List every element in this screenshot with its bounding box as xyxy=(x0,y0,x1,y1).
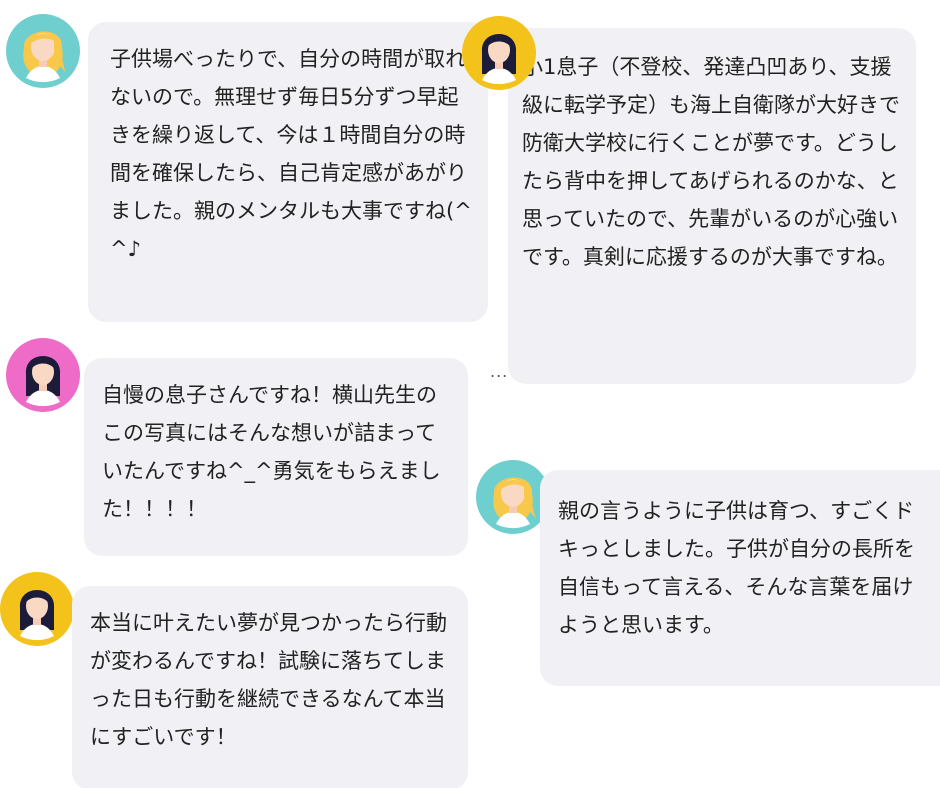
comment-author-line xyxy=(92,0,252,10)
comment-bubble: 子供場べったりで、自分の時間が取れないので。無理せず毎日5分ずつ早起きを繰り返し… xyxy=(88,22,488,322)
comment-author-line xyxy=(510,0,730,10)
comments-collage: 子供場べったりで、自分の時間が取れないので。無理せず毎日5分ずつ早起きを繰り返し… xyxy=(0,0,940,788)
comment-author-line xyxy=(548,448,728,458)
dark-haired-woman-avatar-icon[interactable] xyxy=(6,338,80,412)
dark-haired-woman-avatar-icon[interactable] xyxy=(0,572,74,646)
comment-bubble: 親の言うように子供は育つ、すごくドキっとしました。子供が自分の長所を自信もって言… xyxy=(540,470,940,686)
dark-haired-woman-avatar-icon[interactable] xyxy=(462,16,536,90)
comment-bubble: 自慢の息子さんですね！横山先生のこの写真にはそんな想いが詰まっていたんですね^_… xyxy=(84,358,468,556)
comment-bubble: 本当に叶えたい夢が見つかったら行動が変わるんですね！試験に落ちてしまった日も行動… xyxy=(72,586,468,788)
comment-author-line xyxy=(92,342,272,352)
more-options-button[interactable]: ... xyxy=(490,362,508,381)
blonde-woman-avatar-icon[interactable] xyxy=(476,460,550,534)
comment-bubble: 小1息子（不登校、発達凸凹あり、支援級に転学予定）も海上自衛隊が大好きで防衛大学… xyxy=(508,28,916,384)
blonde-woman-avatar-icon[interactable] xyxy=(6,14,80,88)
